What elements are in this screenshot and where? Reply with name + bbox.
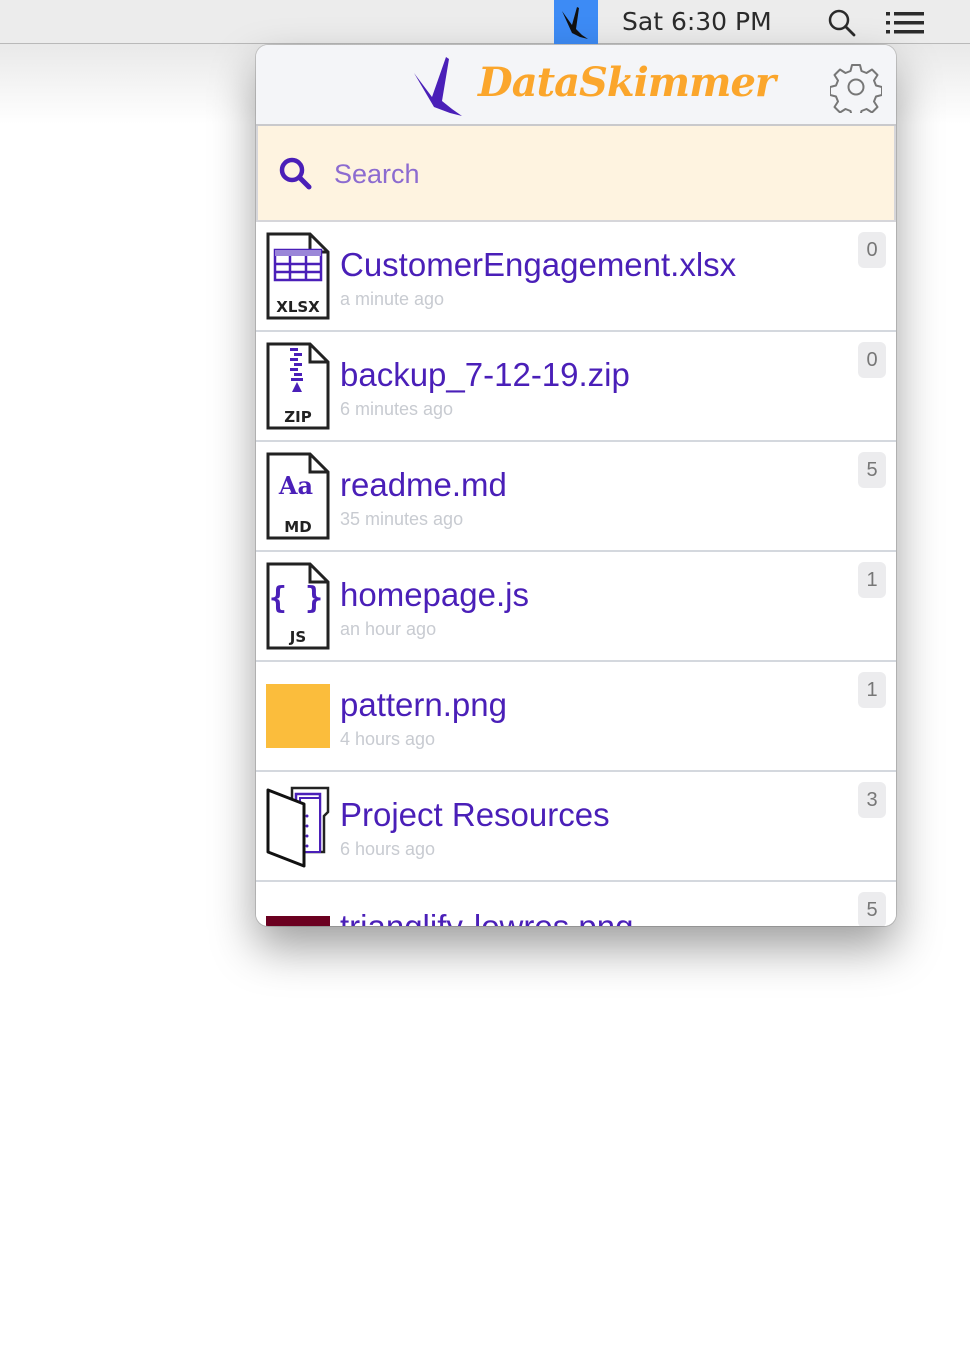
file-row[interactable]: { } JS homepage.js an hour ago 1 [256, 552, 896, 662]
file-time: 6 hours ago [340, 839, 436, 859]
bird-icon [414, 57, 462, 116]
file-name[interactable]: trianglify-lowres.png [340, 908, 633, 926]
count-badge: 0 [858, 342, 886, 378]
file-glyph: Aa [278, 471, 313, 500]
image-thumbnail-icon [266, 684, 330, 748]
count-badge: 0 [858, 232, 886, 268]
file-row[interactable]: pattern.png 4 hours ago 1 [256, 662, 896, 772]
file-row[interactable]: trianglify-lowres.png 5 [256, 882, 896, 926]
file-list: XLSX CustomerEngagement.xlsx a minute ag… [256, 222, 896, 926]
menubar-clock[interactable]: Sat 6:30 PM [622, 5, 772, 39]
file-name[interactable]: CustomerEngagement.xlsx [340, 246, 736, 284]
count-badge: 5 [858, 452, 886, 488]
search-input[interactable] [332, 150, 876, 198]
file-type-label: JS [289, 628, 306, 646]
app-title: DataSkimmer [478, 59, 776, 106]
xlsx-file-icon: XLSX [266, 232, 330, 320]
file-type-label: MD [284, 518, 311, 536]
gear-icon[interactable] [830, 61, 882, 113]
popover-header: DataSkimmer [256, 45, 896, 126]
file-row[interactable]: XLSX CustomerEngagement.xlsx a minute ag… [256, 222, 896, 332]
file-name[interactable]: Project Resources [340, 796, 610, 834]
file-row[interactable]: ZIP backup_7-12-19.zip 6 minutes ago 0 [256, 332, 896, 442]
folder-icon [266, 786, 330, 868]
file-type-label: ZIP [284, 408, 311, 426]
file-glyph: { } [269, 581, 323, 616]
search-bar [256, 126, 896, 222]
dataskimmer-popover: DataSkimmer XLSX Custom [256, 45, 896, 926]
file-name[interactable]: backup_7-12-19.zip [340, 356, 630, 394]
count-badge: 3 [858, 782, 886, 818]
count-badge: 5 [858, 892, 886, 926]
file-name[interactable]: readme.md [340, 466, 507, 504]
zip-file-icon: ZIP [266, 342, 330, 430]
md-file-icon: Aa MD [266, 452, 330, 540]
js-file-icon: { } JS [266, 562, 330, 650]
notification-list-icon[interactable] [884, 10, 926, 36]
file-time: 35 minutes ago [340, 509, 464, 529]
file-row[interactable]: Project Resources 6 hours ago 3 [256, 772, 896, 882]
file-name[interactable]: homepage.js [340, 576, 529, 614]
spotlight-search-icon[interactable] [826, 7, 858, 39]
bird-icon [562, 7, 588, 39]
search-icon [279, 157, 312, 190]
count-badge: 1 [858, 562, 886, 598]
dataskimmer-menubar-button[interactable] [554, 0, 598, 44]
menu-bar: Sat 6:30 PM [0, 0, 970, 44]
file-name[interactable]: pattern.png [340, 686, 507, 724]
file-type-label: XLSX [276, 298, 320, 316]
file-time: 4 hours ago [340, 729, 436, 749]
count-badge: 1 [858, 672, 886, 708]
file-row[interactable]: Aa MD readme.md 35 minutes ago 5 [256, 442, 896, 552]
file-time: a minute ago [340, 289, 445, 309]
file-time: 6 minutes ago [340, 399, 454, 419]
file-time: an hour ago [340, 619, 437, 639]
image-thumbnail-icon [266, 916, 330, 926]
